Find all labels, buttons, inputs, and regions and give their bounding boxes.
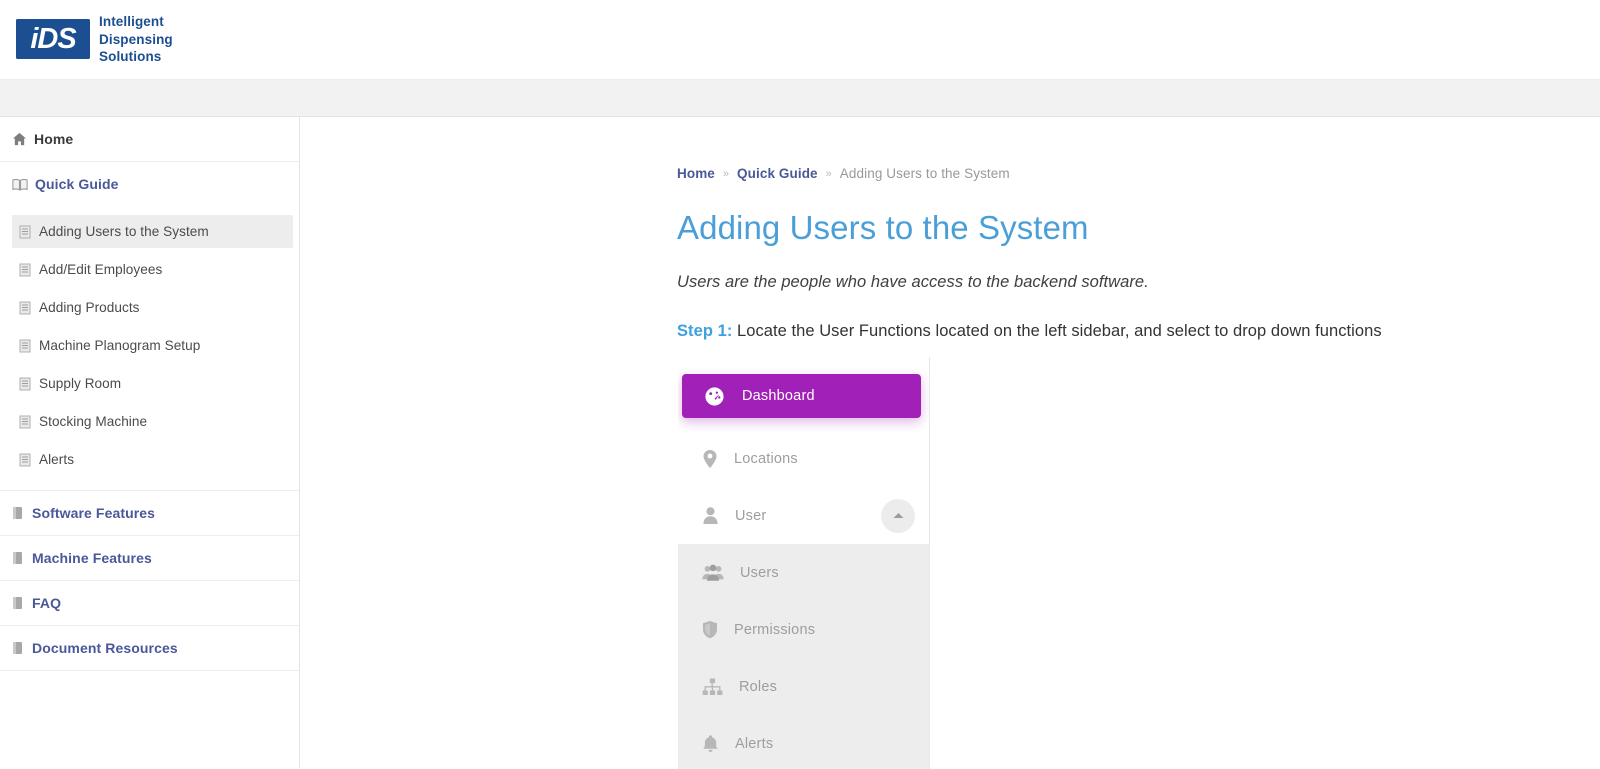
screenshot-item-label: Dashboard xyxy=(742,388,815,404)
sidebar-section-label: Document Resources xyxy=(32,640,178,656)
user-icon xyxy=(702,506,719,525)
sidebar-item-home[interactable]: Home xyxy=(0,117,299,161)
breadcrumb-current: Adding Users to the System xyxy=(839,166,1010,181)
sidebar-item-adding-users[interactable]: Adding Users to the System xyxy=(12,215,293,248)
sidebar-item-machine-planogram-setup[interactable]: Machine Planogram Setup xyxy=(12,329,293,362)
bell-icon xyxy=(702,734,719,753)
screenshot-menu-item-alerts[interactable]: Alerts xyxy=(678,715,929,769)
sidebar-subitem-label: Adding Products xyxy=(39,300,140,315)
sidebar-item-supply-room[interactable]: Supply Room xyxy=(12,367,293,400)
closed-book-icon xyxy=(12,596,25,610)
sidebar-section-label: FAQ xyxy=(32,595,62,611)
ids-logo-glyph: iDS xyxy=(16,19,90,60)
ids-logo-wordmark: Intelligent Dispensing Solutions xyxy=(99,13,173,67)
sidebar-block-machine-features: Machine Features xyxy=(0,536,299,581)
document-icon xyxy=(19,377,32,391)
svg-text:iDS: iDS xyxy=(30,23,77,55)
screenshot-menu-item-roles[interactable]: Roles xyxy=(678,658,929,715)
breadcrumb: Home » Quick Guide » Adding Users to the… xyxy=(677,166,1600,181)
sidebar-item-add-edit-employees[interactable]: Add/Edit Employees xyxy=(12,253,293,286)
sidebar-item-alerts[interactable]: Alerts xyxy=(12,443,293,476)
sidebar-block-document-resources: Document Resources xyxy=(0,626,299,671)
ids-logo[interactable]: iDS Intelligent Dispensing Solutions xyxy=(16,13,173,67)
sidebar-section-software-features[interactable]: Software Features xyxy=(0,491,299,535)
logo-line-1: Intelligent xyxy=(99,13,164,29)
breadcrumb-separator-icon: » xyxy=(825,167,832,180)
main-content: Home » Quick Guide » Adding Users to the… xyxy=(300,117,1600,769)
page-title: Adding Users to the System xyxy=(677,209,1089,246)
screenshot-menu-item-permissions[interactable]: Permissions xyxy=(678,601,929,658)
sidebar-block-software-features: Software Features xyxy=(0,491,299,536)
sidebar-subitem-label: Adding Users to the System xyxy=(39,224,209,239)
closed-book-icon xyxy=(12,641,25,655)
screenshot-item-label: Users xyxy=(740,564,779,581)
map-pin-icon xyxy=(702,449,718,469)
sidebar-subitem-label: Alerts xyxy=(39,452,75,467)
page-intro-text: Users are the people who have access to … xyxy=(677,273,1149,291)
dashboard-gauge-icon xyxy=(704,386,725,407)
sidebar-sublist-quick-guide: Adding Users to the System Add/Edit Empl… xyxy=(0,206,299,490)
closed-book-icon xyxy=(12,551,25,565)
step-1-text: Locate the User Functions located on the… xyxy=(732,322,1382,340)
sidebar-subitem-label: Machine Planogram Setup xyxy=(39,338,201,353)
open-book-icon xyxy=(12,178,28,191)
document-icon xyxy=(19,453,32,467)
sidebar-section-machine-features[interactable]: Machine Features xyxy=(0,536,299,580)
sidebar-block-quick-guide: Quick Guide Adding Users to the System A… xyxy=(0,162,299,491)
document-icon xyxy=(19,415,32,429)
sidebar-subitem-label: Stocking Machine xyxy=(39,414,148,429)
closed-book-icon xyxy=(12,506,25,520)
sidebar-block-home: Home xyxy=(0,117,299,162)
step-1-paragraph: Step 1: Locate the User Functions locate… xyxy=(677,322,1600,341)
home-icon xyxy=(12,132,27,146)
document-icon xyxy=(19,301,32,315)
sidebar-item-stocking-machine[interactable]: Stocking Machine xyxy=(12,405,293,438)
screenshot-item-label: Alerts xyxy=(735,735,774,752)
screenshot-item-label: User xyxy=(735,507,767,524)
sidebar-section-quick-guide[interactable]: Quick Guide xyxy=(0,162,299,206)
embedded-screenshot: Dashboard Locations User Users Permissio… xyxy=(678,357,930,769)
sidebar-navigation: Home Quick Guide Adding Users to the Sys… xyxy=(0,117,300,768)
screenshot-menu-item-user[interactable]: User xyxy=(678,487,929,544)
document-icon xyxy=(19,225,32,239)
document-icon xyxy=(19,263,32,277)
screenshot-menu-item-users[interactable]: Users xyxy=(678,544,929,601)
logo-line-2: Dispensing xyxy=(99,31,173,47)
page-body: Home Quick Guide Adding Users to the Sys… xyxy=(0,117,1600,769)
sidebar-section-label: Quick Guide xyxy=(35,176,119,192)
sidebar-section-document-resources[interactable]: Document Resources xyxy=(0,626,299,670)
document-icon xyxy=(19,339,32,353)
ids-logo-mark: iDS xyxy=(16,19,90,60)
users-group-icon xyxy=(702,564,724,582)
org-chart-icon xyxy=(702,677,723,696)
site-header: iDS Intelligent Dispensing Solutions xyxy=(0,0,1600,79)
sidebar-section-faq[interactable]: FAQ xyxy=(0,581,299,625)
chevron-up-icon[interactable] xyxy=(881,498,915,533)
logo-line-3: Solutions xyxy=(99,49,162,65)
sidebar-subitem-label: Supply Room xyxy=(39,376,122,391)
sidebar-subitem-label: Add/Edit Employees xyxy=(39,262,163,277)
screenshot-item-label: Locations xyxy=(734,450,798,467)
sidebar-section-label: Software Features xyxy=(32,505,156,521)
screenshot-item-label: Permissions xyxy=(734,621,816,638)
header-banner-strip xyxy=(0,79,1600,117)
step-1-label: Step 1: xyxy=(677,322,733,340)
screenshot-item-label: Roles xyxy=(739,678,778,695)
breadcrumb-home[interactable]: Home xyxy=(677,166,715,181)
breadcrumb-separator-icon: » xyxy=(722,167,730,180)
sidebar-section-label: Machine Features xyxy=(32,550,152,566)
sidebar-item-adding-products[interactable]: Adding Products xyxy=(12,291,293,324)
sidebar-home-label: Home xyxy=(34,131,74,147)
sidebar-block-faq: FAQ xyxy=(0,581,299,626)
shield-icon xyxy=(702,620,718,639)
screenshot-menu-item-dashboard[interactable]: Dashboard xyxy=(682,374,921,418)
screenshot-menu-item-locations[interactable]: Locations xyxy=(678,430,929,487)
breadcrumb-quick-guide[interactable]: Quick Guide xyxy=(737,166,818,181)
